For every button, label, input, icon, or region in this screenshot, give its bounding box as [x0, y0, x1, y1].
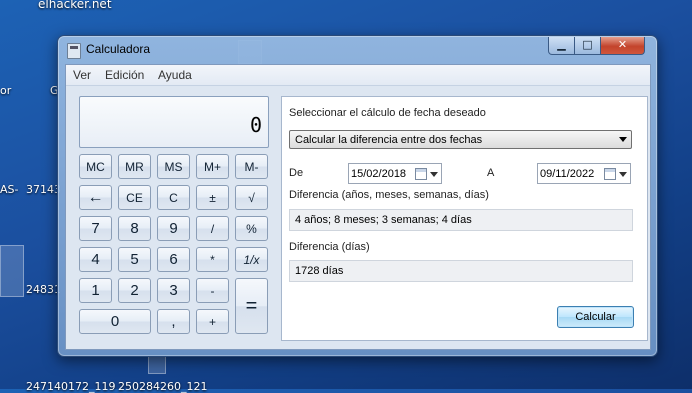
- menu-edicion[interactable]: Edición: [105, 68, 144, 82]
- key-c[interactable]: C: [157, 185, 190, 210]
- key-equals[interactable]: =: [235, 278, 268, 334]
- key-m-minus[interactable]: M-: [235, 154, 268, 179]
- days-difference-label: Diferencia (días): [289, 241, 370, 253]
- desktop-image-icon[interactable]: [148, 356, 166, 374]
- chevron-down-icon[interactable]: [430, 172, 438, 177]
- key-backspace[interactable]: ←: [79, 185, 112, 210]
- close-button[interactable]: ✕: [600, 37, 645, 55]
- desktop-label: 247140172_119: [26, 380, 116, 393]
- key-percent[interactable]: %: [235, 216, 268, 241]
- difference-label: Diferencia (años, meses, semanas, días): [289, 189, 489, 201]
- chevron-down-icon: [619, 137, 627, 142]
- calculation-mode-value: Calcular la diferencia entre dos fechas: [295, 134, 483, 146]
- key-0[interactable]: 0: [79, 309, 151, 334]
- from-label: De: [289, 167, 304, 179]
- key-6[interactable]: 6: [157, 247, 190, 272]
- from-date-picker[interactable]: 15/02/2018: [348, 163, 442, 184]
- calculator-icon: [67, 43, 81, 59]
- key-subtract[interactable]: -: [196, 278, 229, 303]
- key-multiply[interactable]: *: [196, 247, 229, 272]
- key-2[interactable]: 2: [118, 278, 151, 303]
- to-date-picker[interactable]: 09/11/2022: [537, 163, 631, 184]
- menu-ver[interactable]: Ver: [73, 68, 91, 82]
- desktop-label: elhacker.net: [38, 0, 112, 11]
- key-mr[interactable]: MR: [118, 154, 151, 179]
- key-mc[interactable]: MC: [79, 154, 112, 179]
- key-5[interactable]: 5: [118, 247, 151, 272]
- calculation-mode-select[interactable]: Calcular la diferencia entre dos fechas: [289, 130, 632, 149]
- minimize-button[interactable]: ▁: [548, 37, 575, 55]
- key-add[interactable]: +: [196, 309, 229, 334]
- desktop-label: 24831: [26, 283, 61, 296]
- menu-bar: Ver Edición Ayuda: [66, 65, 650, 86]
- key-8[interactable]: 8: [118, 216, 151, 241]
- menu-ayuda[interactable]: Ayuda: [158, 68, 192, 82]
- from-date-value: 15/02/2018: [351, 168, 407, 180]
- key-ms[interactable]: MS: [157, 154, 190, 179]
- key-sign[interactable]: ±: [196, 185, 229, 210]
- desktop-label: or: [0, 84, 12, 97]
- key-ce[interactable]: CE: [118, 185, 151, 210]
- key-4[interactable]: 4: [79, 247, 112, 272]
- difference-result: 4 años; 8 meses; 3 semanas; 4 días: [289, 209, 633, 231]
- key-3[interactable]: 3: [157, 278, 190, 303]
- days-difference-result: 1728 días: [289, 260, 633, 282]
- maximize-icon: □: [582, 38, 593, 51]
- desktop-file-icon[interactable]: [0, 245, 24, 297]
- minimize-icon: ▁: [557, 38, 566, 51]
- to-label: A: [487, 167, 495, 179]
- key-1[interactable]: 1: [79, 278, 112, 303]
- window-title: Calculadora: [86, 42, 151, 56]
- calculator-window: Calculadora ▁ □ ✕ Ver Edición Ayuda 0 MC…: [57, 35, 658, 357]
- date-calculation-panel: Seleccionar el cálculo de fecha deseado …: [281, 96, 648, 341]
- window-content: Ver Edición Ayuda 0 MC MR MS M+ M- ← CE …: [65, 64, 651, 350]
- key-m-plus[interactable]: M+: [196, 154, 229, 179]
- calendar-icon[interactable]: [604, 168, 616, 180]
- calculate-button[interactable]: Calcular: [557, 306, 634, 328]
- calendar-icon[interactable]: [415, 168, 427, 180]
- display-value: 0: [249, 113, 262, 137]
- key-sqrt[interactable]: √: [235, 185, 268, 210]
- desktop-label: 250284260_121: [118, 380, 208, 393]
- to-date-value: 09/11/2022: [540, 168, 595, 180]
- key-decimal[interactable]: ,: [157, 309, 190, 334]
- panel-heading: Seleccionar el cálculo de fecha deseado: [289, 107, 486, 119]
- key-reciprocal[interactable]: 1/x: [235, 247, 268, 272]
- key-9[interactable]: 9: [157, 216, 190, 241]
- maximize-button[interactable]: □: [574, 37, 601, 55]
- title-bar[interactable]: Calculadora ▁ □ ✕: [58, 36, 657, 62]
- key-7[interactable]: 7: [79, 216, 112, 241]
- calculator-display: 0: [79, 96, 269, 148]
- desktop-label: 37143: [26, 183, 61, 196]
- key-divide[interactable]: /: [196, 216, 229, 241]
- close-icon: ✕: [617, 38, 628, 51]
- desktop-label: AS-: [0, 183, 19, 196]
- chevron-down-icon[interactable]: [619, 172, 627, 177]
